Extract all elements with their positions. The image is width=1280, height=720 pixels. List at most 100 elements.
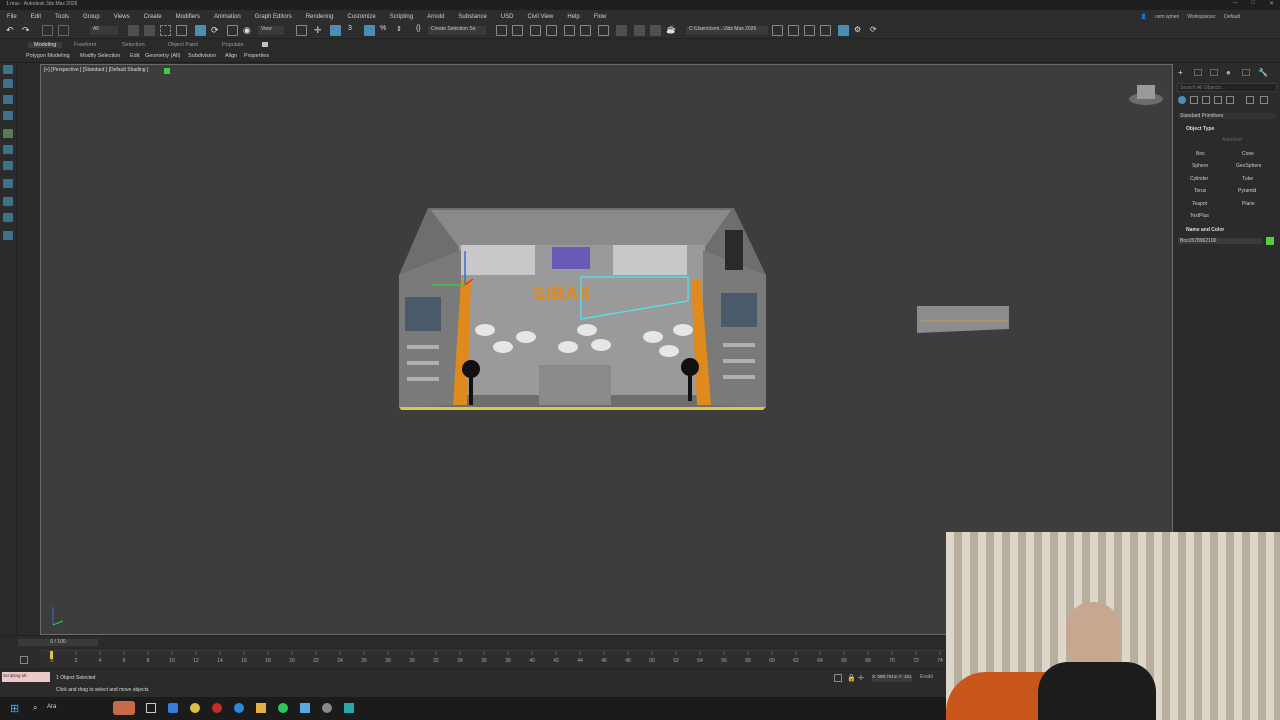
ribbon-edit[interactable]: Edit (130, 53, 139, 59)
menu-help[interactable]: Help (560, 14, 586, 20)
display-tab-icon[interactable] (1242, 69, 1250, 76)
align-icon[interactable] (512, 25, 523, 36)
ribbon-polygon-modeling[interactable]: Polygon Modeling (26, 53, 70, 59)
mini-curve-editor-icon[interactable] (20, 656, 28, 664)
tab-modeling[interactable]: Modeling (28, 42, 63, 48)
select-manipulate-icon[interactable]: ✛ (314, 25, 325, 36)
time-slider[interactable]: 0 / 100 (18, 639, 98, 646)
open-icon[interactable] (820, 25, 831, 36)
cone-button[interactable]: Cone (1242, 151, 1254, 157)
ribbon-subdivision[interactable]: Subdivision (188, 53, 216, 59)
edge-icon[interactable] (234, 703, 244, 713)
3dsmax-icon[interactable] (344, 703, 354, 713)
curve-editor-icon[interactable] (580, 25, 591, 36)
search-input[interactable] (1177, 83, 1277, 92)
place-icon[interactable]: ◉ (243, 25, 254, 36)
menu-substance[interactable]: Substance (451, 14, 493, 20)
spotify-icon[interactable] (278, 703, 288, 713)
github-icon[interactable] (322, 703, 332, 713)
scene-explorer-toggle-icon[interactable] (3, 65, 13, 74)
menu-create[interactable]: Create (137, 14, 169, 20)
transform-mode-icon[interactable]: ✛ (858, 674, 864, 682)
redo-icon[interactable]: ↷ (22, 25, 33, 36)
file-explorer-icon[interactable] (256, 703, 266, 713)
spacewarps-icon[interactable] (1246, 96, 1254, 104)
mirror-icon[interactable] (496, 25, 507, 36)
ribbon-align[interactable]: Align (225, 53, 237, 59)
primitive-category-dropdown[interactable]: Standard Primitives (1178, 113, 1276, 119)
menu-customize[interactable]: Customize (340, 14, 382, 20)
rect-selection-icon[interactable] (160, 25, 171, 36)
scene-explorer-icon[interactable] (530, 25, 541, 36)
light-icon[interactable] (3, 145, 13, 154)
schematic-view-icon[interactable] (598, 25, 609, 36)
system-icon[interactable] (3, 231, 13, 240)
create-tab-icon[interactable]: + (1178, 68, 1183, 77)
helpers-icon[interactable] (1226, 96, 1234, 104)
render-frame-icon[interactable] (650, 25, 661, 36)
enable-label[interactable]: Enabl (920, 674, 933, 680)
autogrid-checkbox[interactable]: AutoGrid (1222, 137, 1242, 143)
track-bar[interactable]: 0 2 4 6 8 10 12 14 16 18 20 22 24 26 28 30 32 34 36 38 40 42 4… (40, 650, 945, 666)
search-icon[interactable]: ⌕ (33, 703, 37, 713)
menu-tools[interactable]: Tools (48, 14, 76, 20)
project-folder-icon[interactable] (772, 25, 783, 36)
material-editor-icon[interactable] (616, 25, 627, 36)
teapot-button[interactable]: Teapot (1192, 201, 1207, 207)
space-warp-icon[interactable] (3, 213, 13, 222)
cylinder-button[interactable]: Cylinder (1190, 176, 1208, 182)
selection-filter-dropdown[interactable]: All (90, 26, 118, 35)
ribbon-options-icon[interactable] (262, 42, 268, 47)
maximize-icon[interactable]: □ (1251, 0, 1255, 7)
maxscript-listener[interactable]: Scripting Mi (2, 672, 50, 682)
menu-views[interactable]: Views (107, 14, 137, 20)
edit-named-sets-icon[interactable]: {} (416, 25, 427, 36)
opera-icon[interactable] (212, 703, 222, 713)
snaps-toggle-icon[interactable]: 3 (348, 25, 359, 36)
percent-snap-icon[interactable]: % (380, 25, 391, 36)
object-name-field[interactable]: Box1578962100 (1178, 238, 1262, 244)
undo-icon[interactable]: ↶ (6, 25, 17, 36)
pivot-center-icon[interactable] (296, 25, 307, 36)
menu-edit[interactable]: Edit (24, 14, 48, 20)
menu-graph-editors[interactable]: Graph Editors (248, 14, 299, 20)
reference-coord-dropdown[interactable]: View (258, 26, 284, 35)
utilities-tab-icon[interactable]: 🔧 (1258, 68, 1268, 77)
task-view-icon[interactable] (146, 703, 156, 713)
isolate-icon[interactable] (834, 674, 842, 682)
pyramid-button[interactable]: Pyramid (1238, 188, 1256, 194)
paint-icon[interactable] (3, 129, 13, 138)
windows-start-icon[interactable]: ⊞ (10, 702, 19, 715)
open-folder-icon[interactable] (788, 25, 799, 36)
hierarchy-icon[interactable] (3, 111, 13, 120)
save-icon[interactable] (804, 25, 815, 36)
scale-icon[interactable] (227, 25, 238, 36)
torus-button[interactable]: Torus (1194, 188, 1206, 194)
ribbon-modify-selection[interactable]: Modify Selection (80, 53, 120, 59)
menu-civil-view[interactable]: Civil View (520, 14, 560, 20)
lock-icon[interactable]: 🔒 (847, 674, 856, 682)
menu-usd[interactable]: USD (494, 14, 521, 20)
project-path-dropdown[interactable]: C:\Users\cem...\3ds Max 2026 (686, 26, 768, 35)
menu-modifiers[interactable]: Modifiers (169, 14, 207, 20)
camera-icon[interactable] (3, 161, 13, 170)
workspace-dropdown[interactable]: Default (1224, 14, 1240, 20)
move-icon[interactable] (195, 25, 206, 36)
ribbon-geometry[interactable]: Geometry (All) (145, 53, 180, 59)
select-object-icon[interactable] (128, 25, 139, 36)
cameras-icon[interactable] (1214, 96, 1222, 104)
user-name[interactable]: cem işmen (1155, 14, 1179, 20)
menu-scripting[interactable]: Scripting (383, 14, 420, 20)
teams-icon[interactable] (168, 703, 178, 713)
shapes-icon[interactable] (1190, 96, 1198, 104)
keyboard-shortcut-icon[interactable] (330, 25, 341, 36)
sync-icon[interactable]: ⟳ (870, 25, 881, 36)
hierarchy-tab-icon[interactable] (1210, 69, 1218, 76)
chrome-icon[interactable] (190, 703, 200, 713)
box-button[interactable]: Box (1196, 151, 1205, 157)
plane-button[interactable]: Plane (1242, 201, 1255, 207)
geometry-icon[interactable] (1178, 96, 1186, 104)
menu-animation[interactable]: Animation (207, 14, 248, 20)
widgets-icon[interactable] (113, 701, 135, 715)
menu-arnold[interactable]: Arnold (420, 14, 451, 20)
